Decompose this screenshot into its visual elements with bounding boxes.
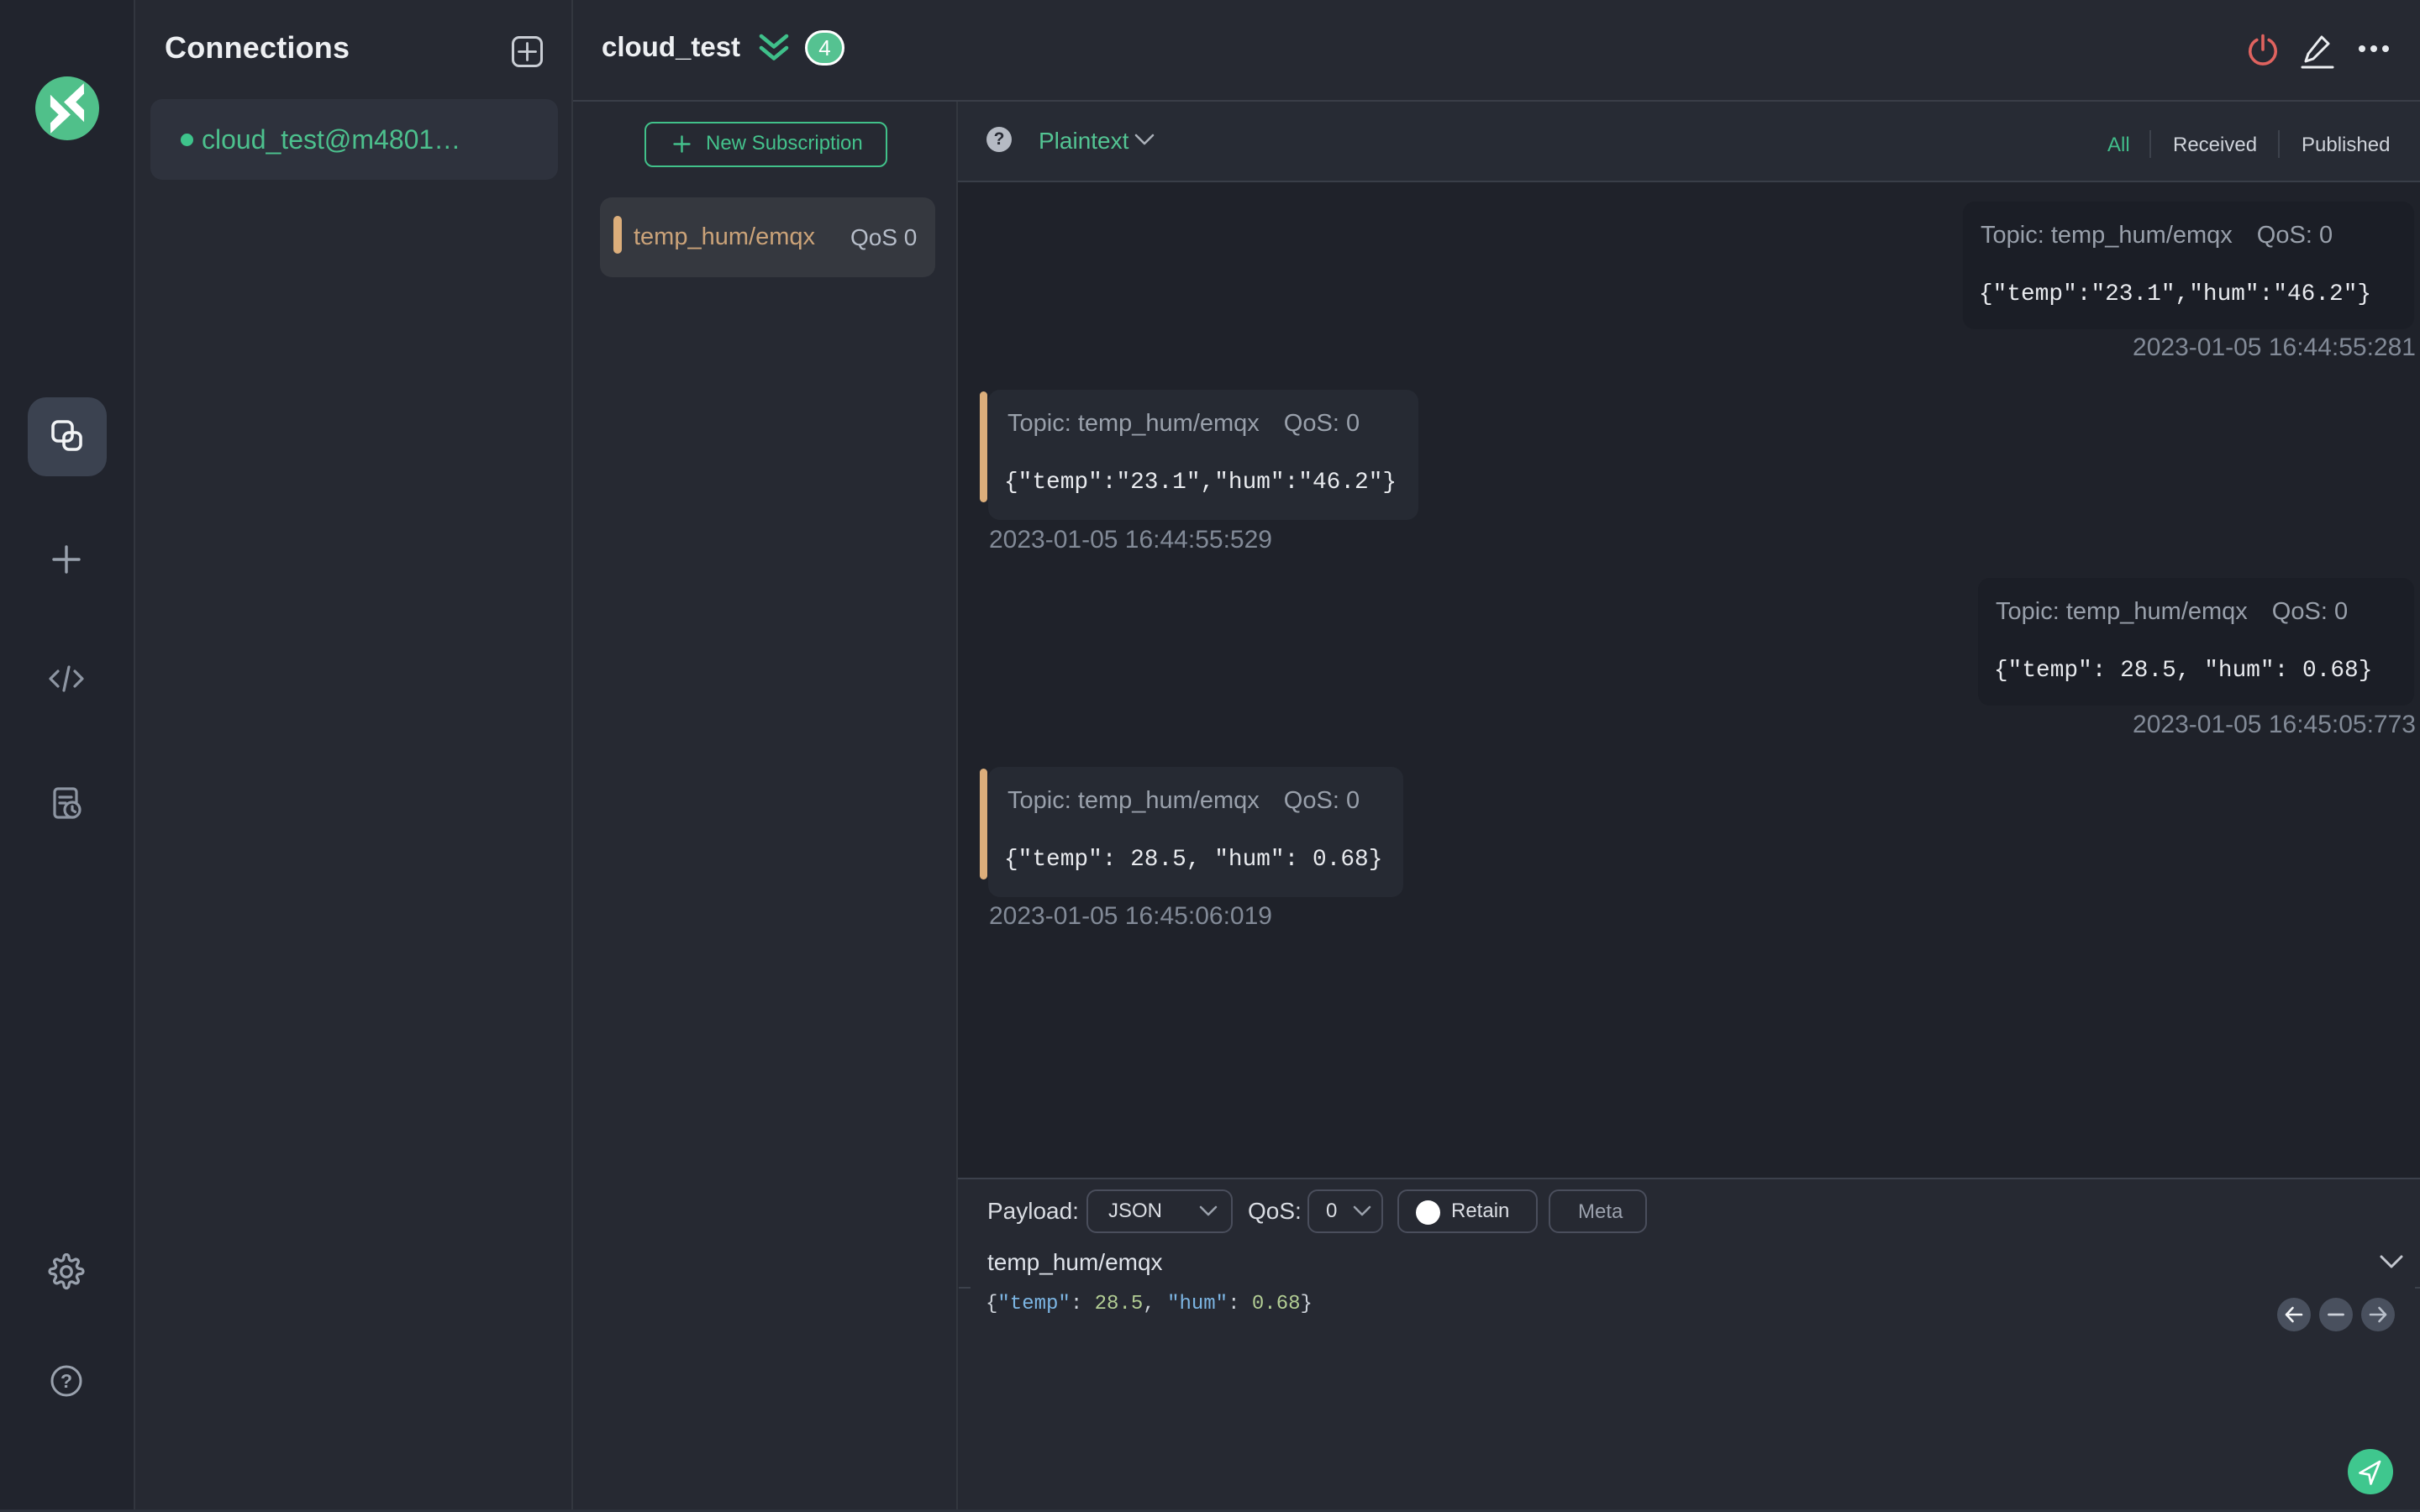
svg-text:?: ? — [60, 1370, 72, 1392]
